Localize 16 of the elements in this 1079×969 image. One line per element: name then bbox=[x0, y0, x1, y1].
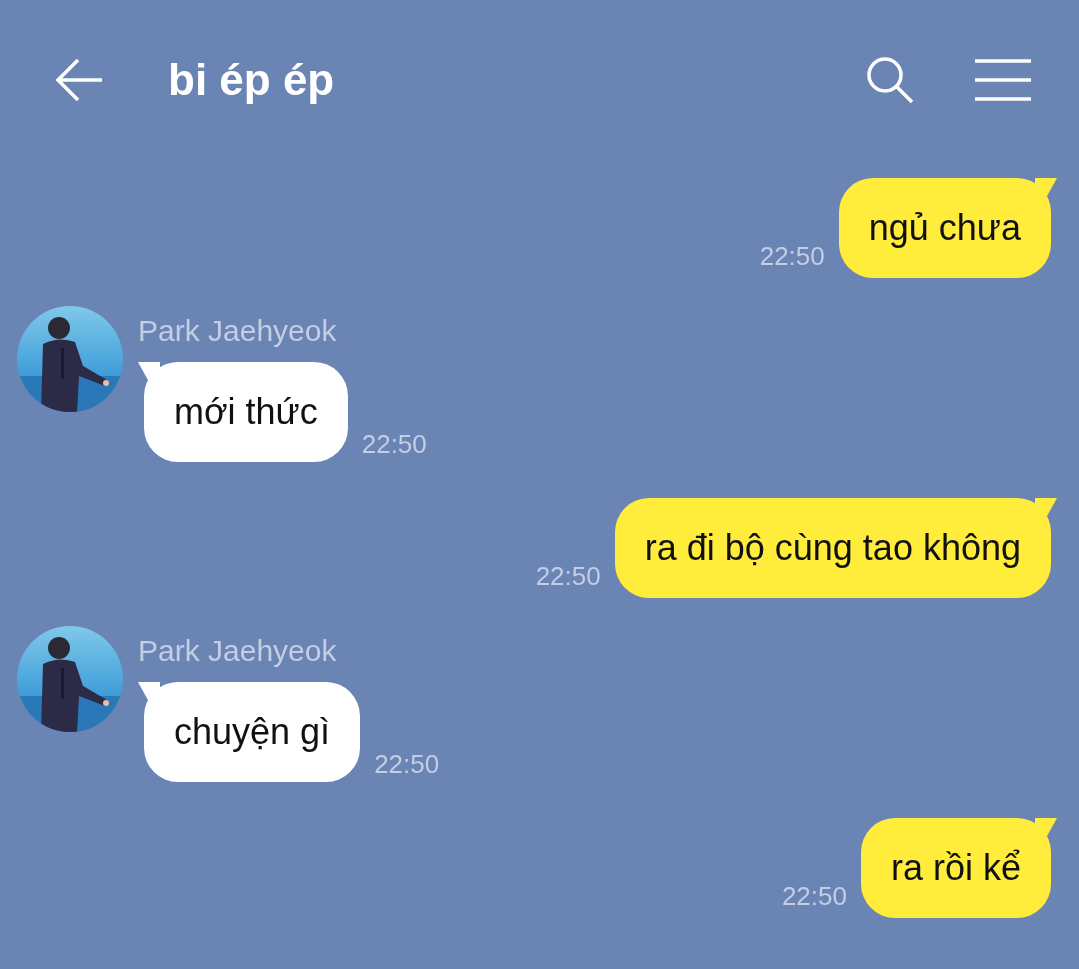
menu-icon[interactable] bbox=[975, 59, 1031, 101]
sender-name: Park Jaehyeok bbox=[138, 314, 338, 348]
message-time: 22:50 bbox=[759, 241, 825, 273]
received-message-bubble: mới thức bbox=[138, 362, 348, 462]
message-time: 22:50 bbox=[781, 881, 847, 913]
sent-message-bubble: ra rồi kể bbox=[860, 818, 1057, 918]
sender-name: Park Jaehyeok bbox=[138, 634, 338, 668]
message-time: 22:50 bbox=[535, 561, 601, 593]
chat-title: bi ép ép bbox=[168, 55, 336, 105]
received-message-bubble: chuyện gì bbox=[138, 682, 361, 782]
message-time: 22:50 bbox=[374, 749, 440, 781]
search-icon[interactable] bbox=[865, 55, 915, 105]
back-arrow-icon[interactable] bbox=[56, 58, 104, 102]
sent-message-bubble: ra đi bộ cùng tao không bbox=[614, 498, 1057, 598]
message-time: 22:50 bbox=[361, 429, 427, 461]
sent-message-bubble: ngủ chưa bbox=[838, 178, 1057, 278]
